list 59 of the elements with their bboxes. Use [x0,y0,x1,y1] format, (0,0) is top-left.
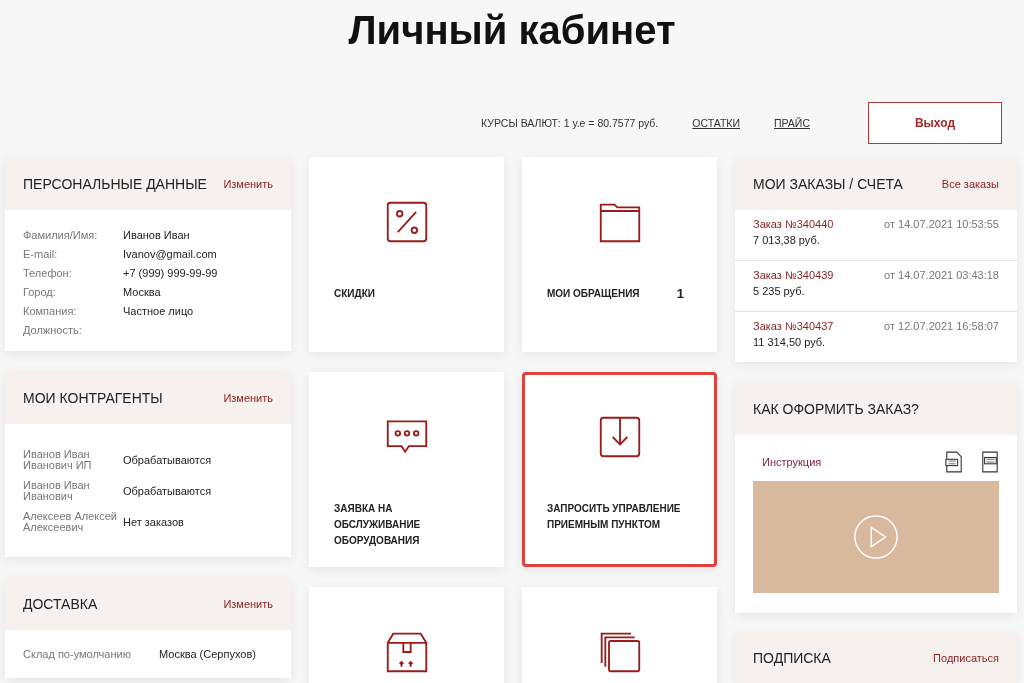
field-value: Иванов Иван [123,228,190,241]
contractor-status: Обрабатываются [123,453,212,466]
doc-file-icon[interactable] [981,451,999,473]
field-label: Фамилия/Имя: [23,228,99,241]
subscribe-link[interactable]: Подписаться [933,652,999,664]
card-title: МОИ ЗАКАЗЫ / СЧЕТА [753,175,903,192]
order-date: от 12.07.2021 16:58:07 [884,320,999,332]
instruction-link[interactable]: Инструкция [762,456,927,468]
menu-tile[interactable]: ЗАПРОСИТЬ УПРАВЛЕНИЕ ПРИЕМНЫМ ПУНКТОМ [522,372,717,567]
all-orders-link[interactable]: Все заказы [941,177,999,190]
field-label: Компания: [23,304,78,317]
order-link[interactable]: Заказ №340439 [753,269,834,281]
contractor-name: Алексеев Алексей Алексеевич [23,510,118,533]
field-label: E-mail: [23,247,59,260]
request-count: 1 [676,286,684,301]
page-title: Личный кабинет [347,7,677,54]
edit-link[interactable]: Изменить [223,177,273,190]
field-value: Ivanov@gmail.com [123,247,217,260]
pdf-file-icon[interactable] [945,451,963,473]
order-date: от 14.07.2021 03:43:18 [884,269,999,281]
field-label: Город: [23,285,57,298]
order-amount: 7 013,38 руб. [753,234,821,246]
tile-label: ЗАЯВКА НА ОБСЛУЖИВАНИЕ ОБОРУДОВАНИЯ [334,502,422,548]
contractor-status: Обрабатываются [123,484,212,497]
box-icon [384,630,429,674]
currency-rates: КУРСЫ ВАЛЮТ: 1 у.е = 80.7577 руб. [481,117,659,129]
tile-label: МОИ ОБРАЩЕНИЯ [547,287,641,301]
card-title: КАК ОФОРМИТЬ ЗАКАЗ? [753,400,919,417]
menu-tile[interactable]: ЗАЯВКА НА ОБСЛУЖИВАНИЕ ОБОРУДОВАНИЯ [309,372,504,567]
download-icon [597,415,642,459]
menu-tile[interactable]: СКИДКИ [309,157,504,352]
edit-link[interactable]: Изменить [223,597,273,610]
card-title: МОИ КОНТРАГЕНТЫ [23,389,163,406]
order-date: от 14.07.2021 10:53:55 [884,218,999,230]
field-value: Москва (Серпухов) [159,648,256,660]
contractor-name: Иванов Иван Иванович [23,479,91,502]
order-amount: 5 235 руб. [753,285,806,297]
percent-icon [384,200,429,244]
order-link[interactable]: Заказ №340440 [753,218,834,230]
field-value: Частное лицо [123,304,194,317]
tile-label: ЗАПРОСИТЬ УПРАВЛЕНИЕ ПРИЕМНЫМ ПУНКТОМ [547,502,682,532]
field-label: Телефон: [23,266,73,279]
order-link[interactable]: Заказ №340437 [753,320,834,332]
field-label: Склад по-умолчанию [23,648,132,660]
menu-tile[interactable]: МОИ ОБРАЩЕНИЯ 1 [522,157,717,352]
card-title: ПЕРСОНАЛЬНЫЕ ДАННЫЕ [23,175,207,192]
card-title: ДОСТАВКА [23,595,98,612]
card-title: ПОДПИСКА [753,650,831,666]
nav-link[interactable]: ПРАЙС [774,117,810,129]
logout-button[interactable]: Выход [868,102,1002,144]
contractor-name: Иванов Иван Иванович ИП [23,448,93,471]
field-value: +7 (999) 999-99-99 [123,266,218,279]
order-amount: 11 314,50 руб. [753,336,827,348]
tile-label: СКИДКИ [334,287,376,301]
field-value: Москва [123,285,161,298]
edit-link[interactable]: Изменить [223,391,273,404]
contractor-status: Нет заказов [123,515,184,528]
field-label: Должность: [23,323,83,336]
nav-link[interactable]: ОСТАТКИ [692,117,740,129]
